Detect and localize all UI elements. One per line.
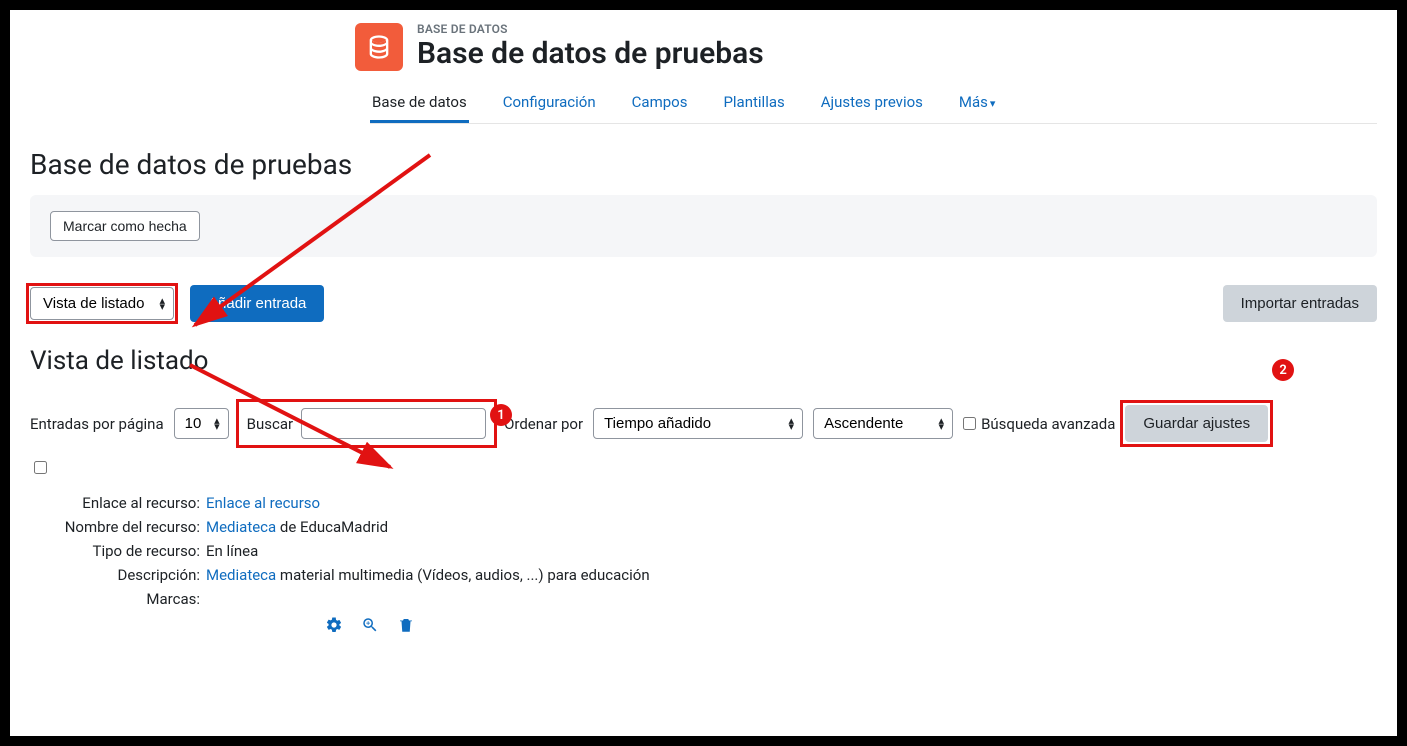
- database-icon: [355, 23, 403, 71]
- search-label: Buscar: [247, 415, 293, 433]
- entries-per-page-select[interactable]: 10: [174, 408, 229, 439]
- advanced-search-label: Búsqueda avanzada: [981, 415, 1115, 433]
- tab-ajustes-previos[interactable]: Ajustes previos: [819, 93, 925, 123]
- tab-configuracion[interactable]: Configuración: [501, 93, 598, 123]
- entry-link-value[interactable]: Enlace al recurso: [206, 494, 320, 512]
- zoom-in-icon[interactable]: [361, 616, 379, 638]
- entry-type-label: Tipo de recurso:: [30, 542, 200, 560]
- entry-action-icons: [325, 616, 1377, 638]
- tab-bar: Base de datos Configuración Campos Plant…: [370, 93, 1377, 124]
- app-frame: BASE DE DATOS Base de datos de pruebas B…: [10, 10, 1397, 736]
- filter-row: Entradas por página 10 ▴▾ Buscar 1 Orden…: [30, 402, 1377, 445]
- annotation-badge-2: 2: [1272, 359, 1294, 381]
- header-eyebrow: BASE DE DATOS: [417, 22, 764, 36]
- tab-campos[interactable]: Campos: [630, 93, 690, 123]
- save-settings-button[interactable]: Guardar ajustes: [1125, 405, 1268, 442]
- sort-by-wrap: Tiempo añadido ▴▾: [593, 408, 803, 439]
- gear-icon[interactable]: [325, 616, 343, 638]
- toolbar: Vista de listado ▴▾ Añadir entrada Impor…: [30, 285, 1377, 322]
- view-select[interactable]: Vista de listado: [30, 287, 174, 320]
- tab-mas[interactable]: Más▾: [957, 93, 998, 123]
- view-select-wrap: Vista de listado ▴▾: [30, 287, 174, 320]
- advanced-search-group: Búsqueda avanzada: [963, 415, 1115, 433]
- entry-type-value: En línea: [206, 542, 258, 560]
- entry-link-label: Enlace al recurso:: [30, 494, 200, 512]
- search-group: Buscar: [239, 402, 494, 445]
- header-title: Base de datos de pruebas: [417, 36, 764, 71]
- sort-by-label: Ordenar por: [504, 415, 583, 433]
- completion-banner: Marcar como hecha: [30, 195, 1377, 257]
- trash-icon[interactable]: [397, 616, 415, 638]
- module-header: BASE DE DATOS Base de datos de pruebas: [355, 22, 1377, 71]
- entry-name-link[interactable]: Mediateca: [206, 518, 276, 536]
- entries-per-page-label: Entradas por página: [30, 415, 164, 433]
- chevron-down-icon: ▾: [990, 97, 996, 110]
- page-title: Base de datos de pruebas: [30, 148, 1377, 181]
- tab-base-de-datos[interactable]: Base de datos: [370, 93, 469, 123]
- entry-desc-label: Descripción:: [30, 566, 200, 584]
- entry-name-value: Mediateca de EducaMadrid: [206, 518, 388, 536]
- add-entry-button[interactable]: Añadir entrada: [190, 285, 324, 322]
- select-all-row: [34, 459, 1377, 478]
- entry-desc-value: Mediateca material multimedia (Vídeos, a…: [206, 566, 650, 584]
- entries-per-page-wrap: 10 ▴▾: [174, 408, 229, 439]
- advanced-search-checkbox[interactable]: [963, 417, 976, 430]
- order-wrap: Ascendente ▴▾: [813, 408, 953, 439]
- select-all-checkbox[interactable]: [34, 461, 47, 474]
- annotation-badge-1: 1: [490, 404, 512, 426]
- entry-desc-link[interactable]: Mediateca: [206, 566, 276, 584]
- header-titles: BASE DE DATOS Base de datos de pruebas: [417, 22, 764, 71]
- save-settings-wrap: Guardar ajustes 2: [1125, 405, 1268, 442]
- sort-by-select[interactable]: Tiempo añadido: [593, 408, 803, 439]
- tab-plantillas[interactable]: Plantillas: [721, 93, 786, 123]
- search-input[interactable]: [301, 408, 486, 439]
- entry-tags-label: Marcas:: [30, 590, 200, 608]
- import-entries-button[interactable]: Importar entradas: [1223, 285, 1377, 322]
- entry-card: Enlace al recurso: Enlace al recurso Nom…: [30, 494, 1377, 638]
- entry-name-label: Nombre del recurso:: [30, 518, 200, 536]
- order-select[interactable]: Ascendente: [813, 408, 953, 439]
- mark-done-button[interactable]: Marcar como hecha: [50, 211, 200, 241]
- view-heading: Vista de listado: [30, 346, 1377, 376]
